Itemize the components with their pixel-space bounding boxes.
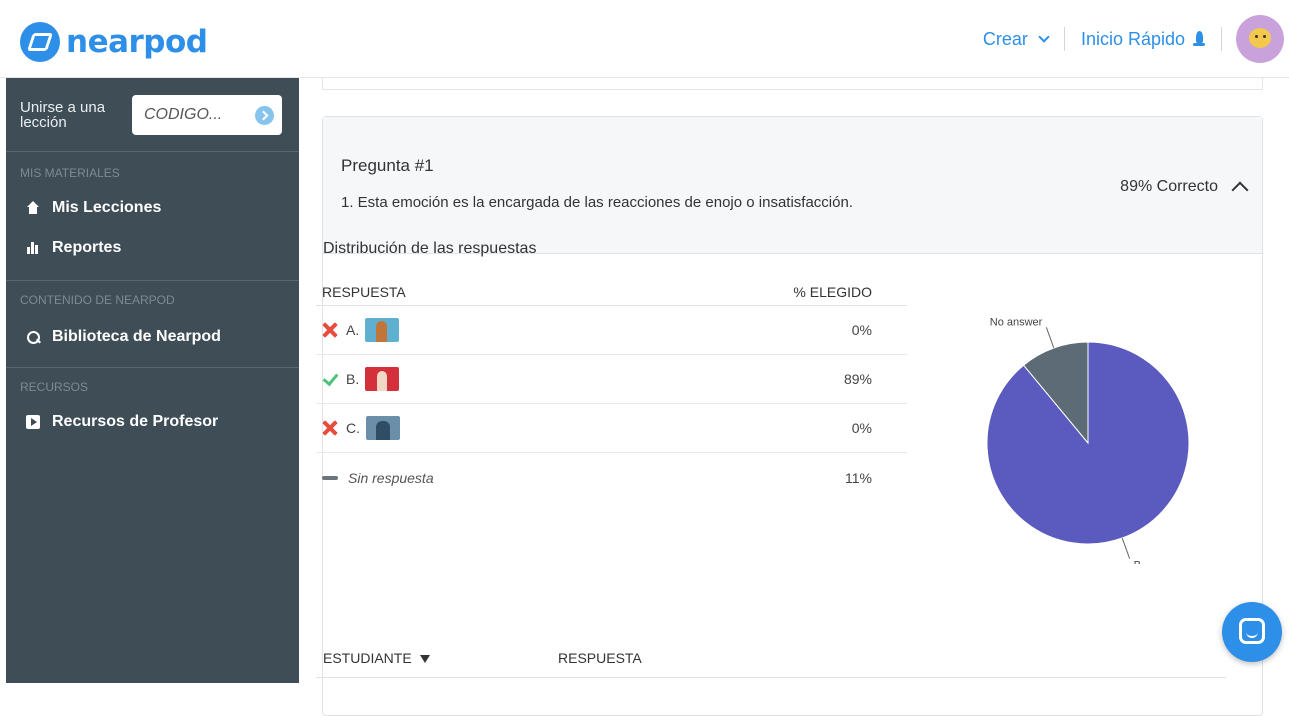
score-label: 89% Correcto [1120, 177, 1218, 195]
quick-start-label: Inicio Rápido [1080, 28, 1185, 49]
answer-image-thumbnail[interactable] [365, 367, 400, 391]
arrow-right-icon[interactable] [255, 105, 274, 125]
previous-card [322, 78, 1263, 90]
sidebar-item-label: Reportes [52, 239, 122, 256]
chevron-down-icon [1038, 30, 1050, 43]
answer-image-thumbnail[interactable] [366, 416, 400, 440]
students-table-header: ESTUDIANTE RESPUESTA [323, 650, 642, 666]
join-code-field [132, 94, 282, 135]
nearpod-logo-icon [20, 22, 60, 62]
chat-icon [1239, 618, 1265, 644]
answer-letter: C. [346, 420, 360, 436]
logo-text: nearpod [66, 24, 208, 60]
user-avatar[interactable] [1236, 15, 1284, 63]
sidebar-item-label: Recursos de Profesor [52, 413, 219, 430]
play-icon [26, 415, 40, 429]
sidebar-item-label: Biblioteca de Nearpod [52, 328, 221, 345]
bar-chart-icon [26, 241, 40, 255]
sidebar-item-library[interactable]: Biblioteca de Nearpod [6, 317, 299, 357]
question-text: 1. Esta emoción es la encargada de las r… [341, 194, 853, 211]
sidebar-item-teacher-resources[interactable]: Recursos de Profesor [6, 402, 299, 442]
no-answer-label: Sin respuesta [348, 469, 434, 486]
answer-image-thumbnail[interactable] [365, 318, 400, 342]
chevron-up-icon[interactable] [1231, 181, 1249, 199]
chat-support-button[interactable] [1222, 602, 1282, 662]
sidebar: Unirse a una lección MIS MATERIALES Mis … [6, 78, 299, 683]
table-row: A. 0% [316, 306, 907, 355]
col-student-answer-header: RESPUESTA [558, 650, 642, 666]
table-row: C. 0% [316, 404, 907, 453]
col-student-header[interactable]: ESTUDIANTE [323, 650, 430, 666]
home-icon [26, 201, 40, 215]
join-lesson-box: Unirse a una lección [6, 78, 299, 152]
create-label: Crear [982, 28, 1028, 49]
question-score[interactable]: 89% Correcto [1120, 177, 1249, 199]
answer-letter: B. [346, 371, 360, 387]
table-header: RESPUESTA % ELEGIDO [316, 278, 907, 306]
lesson-code-input[interactable] [132, 94, 252, 135]
answer-pct: 89% [843, 371, 872, 387]
sidebar-divider [6, 367, 299, 368]
incorrect-icon [322, 420, 338, 436]
pie-leader-line [1121, 537, 1131, 559]
pie-leader-line [1045, 327, 1055, 349]
search-icon [26, 330, 40, 344]
sidebar-item-label: Mis Lecciones [52, 199, 162, 216]
table-divider [316, 677, 1226, 678]
pie-chart-svg: B No answer [986, 316, 1190, 572]
sort-down-icon [419, 655, 430, 663]
create-menu-button[interactable]: Crear [967, 29, 1064, 50]
incorrect-icon [322, 322, 338, 338]
distribution-title: Distribución de las respuestas [323, 240, 537, 257]
question-title: Pregunta #1 [341, 156, 434, 175]
section-title-resources: RECURSOS [20, 380, 89, 394]
section-title-nearpod-content: CONTENIDO DE NEARPOD [20, 293, 175, 307]
rocket-icon [1193, 31, 1205, 47]
pie-label: No answer [990, 316, 1043, 328]
sidebar-item-my-lessons[interactable]: Mis Lecciones [6, 188, 299, 228]
top-header: nearpod Crear Inicio Rápido [0, 0, 1289, 78]
answer-distribution-table: RESPUESTA % ELEGIDO A. 0% B. 89% C. 0% S… [316, 278, 907, 502]
pie-label: B [1134, 560, 1141, 564]
quick-start-link[interactable]: Inicio Rápido [1065, 29, 1221, 50]
student-header-label: ESTUDIANTE [323, 650, 412, 666]
answer-pct: 0% [851, 322, 872, 338]
answer-letter: A. [346, 322, 360, 338]
join-lesson-label: Unirse a una lección [20, 98, 106, 131]
answer-pct: 11% [845, 469, 872, 486]
nearpod-logo[interactable]: nearpod [20, 22, 208, 62]
sidebar-item-reports[interactable]: Reportes [6, 228, 299, 268]
col-answer-header: RESPUESTA [322, 283, 406, 300]
header-divider [1221, 27, 1222, 51]
col-pct-header: % ELEGIDO [793, 283, 872, 300]
main-content: Pregunta #1 1. Esta emoción es la encarg… [299, 78, 1289, 716]
no-answer-dash-icon [322, 475, 338, 480]
table-row: Sin respuesta 11% [316, 453, 907, 502]
pie-chart: B No answer [939, 274, 1190, 572]
sidebar-divider [6, 280, 299, 281]
table-row: B. 89% [316, 355, 907, 404]
question-header[interactable]: Pregunta #1 1. Esta emoción es la encarg… [323, 117, 1262, 254]
correct-check-icon [322, 371, 338, 387]
answer-pct: 0% [851, 420, 872, 436]
section-title-my-materials: MIS MATERIALES [20, 166, 120, 180]
